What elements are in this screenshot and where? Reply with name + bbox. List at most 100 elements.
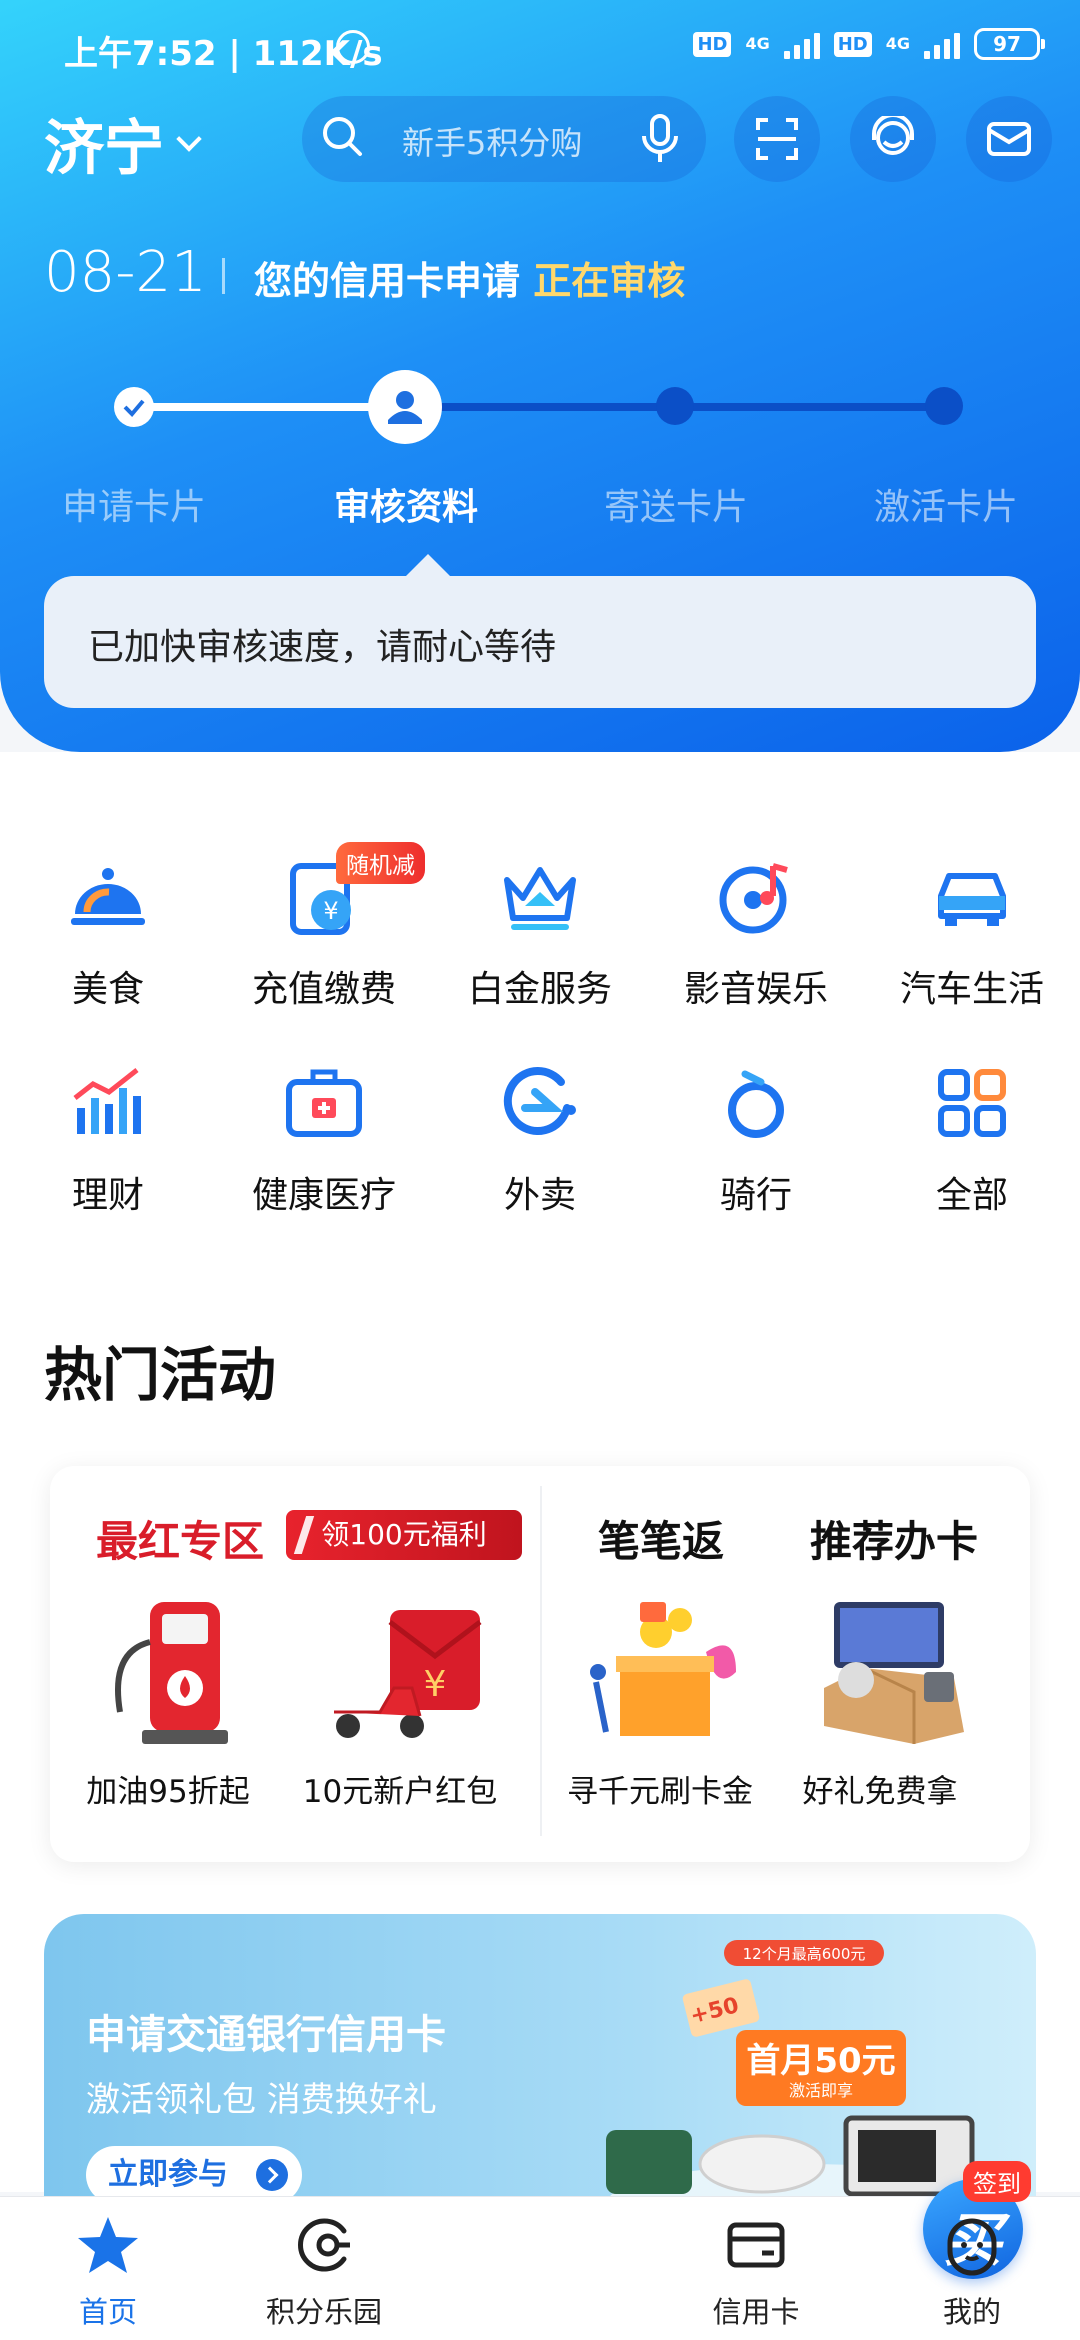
music-disc-icon (711, 852, 801, 942)
tab-label: 首页 (78, 2295, 137, 2329)
step-label: 寄送卡片 (603, 487, 748, 528)
service-entertainment[interactable]: 影音娱乐 (648, 852, 864, 1012)
service-label: 美食 (71, 969, 144, 1010)
step-label-current: 审核资料 (333, 487, 478, 528)
service-label: 健康医疗 (251, 1175, 396, 1216)
tab-mine[interactable]: 我的 (864, 2197, 1080, 2340)
gift-box-coins-image[interactable] (576, 1592, 746, 1752)
battery-icon: 97 (974, 28, 1045, 60)
customer-service-button[interactable] (850, 96, 936, 182)
service-wealth[interactable]: 理财 (0, 1058, 216, 1218)
status-indicators: HD 4G HD 4G 97 (693, 28, 1045, 60)
hd-icon: HD (693, 31, 732, 57)
service-takeout[interactable]: 外卖 (432, 1058, 648, 1218)
step-label: 激活卡片 (873, 487, 1018, 528)
tab-label: 信用卡 (712, 2295, 800, 2329)
grid-icon (927, 1058, 1017, 1148)
chevron-right-icon (256, 2159, 288, 2191)
promo-art-sub: 激活即享 (789, 2081, 853, 2100)
service-all[interactable]: 全部 (864, 1058, 1080, 1218)
scan-button[interactable] (734, 96, 820, 182)
car-icon (927, 852, 1017, 942)
step-pending-dot (656, 387, 694, 425)
service-label: 理财 (71, 1175, 144, 1216)
message-button[interactable] (966, 96, 1052, 182)
service-cycling[interactable]: 骑行 (648, 1058, 864, 1218)
city-selector[interactable]: 济宁 (44, 100, 202, 187)
service-platinum[interactable]: 白金服务 (432, 852, 648, 1012)
service-label: 外卖 (503, 1175, 576, 1216)
tab-points-park[interactable]: 积分乐园 (216, 2197, 432, 2340)
divider (222, 258, 225, 294)
face-icon (947, 2218, 997, 2276)
tab-credit-card[interactable]: 信用卡 (648, 2197, 864, 2340)
network-type: 4G (885, 34, 910, 53)
progress-fill (134, 403, 404, 411)
gas-pump-image[interactable] (90, 1592, 260, 1752)
application-date: 08-21 (44, 240, 207, 305)
card-icon (727, 2222, 785, 2268)
activities-card: 最红专区 领100元福利 笔笔返 推荐办卡 加油95折起 ¥ 10元新户红包 寻… (50, 1466, 1030, 1862)
service-food[interactable]: 美食 (0, 852, 216, 1012)
status-bar: 上午7:52 | 112K/s HD 4G HD 4G 97 (0, 0, 1080, 96)
delivery-e-icon (495, 1058, 585, 1148)
step-done-dot (114, 387, 154, 427)
cashback-title[interactable]: 笔笔返 (598, 1508, 724, 1569)
service-badge: 随机减 (336, 842, 425, 884)
activity-caption: 加油95折起 (86, 1774, 250, 1810)
svg-text:¥: ¥ (424, 1664, 447, 1705)
header-banner: 上午7:52 | 112K/s HD 4G HD 4G 97 济宁 新手5积分购 (0, 0, 1080, 752)
review-tip: 已加快审核速度，请耐心等待 (44, 554, 1036, 708)
application-status: 您的信用卡申请 正在审核 (254, 250, 685, 305)
red-envelope-scooter-image[interactable]: ¥ (320, 1592, 490, 1752)
checkin-badge: 签到 (963, 2161, 1031, 2202)
service-car[interactable]: 汽车生活 (864, 852, 1080, 1012)
promo-art-main: 首月50元 (746, 2041, 895, 2081)
tab-label: 我的 (942, 2295, 1001, 2329)
search-placeholder: 新手5积分购 (402, 124, 583, 162)
promo-banner[interactable]: 申请交通银行信用卡 激活领礼包 消费换好礼 立即参与 12个月最高600元 +5… (44, 1914, 1036, 2224)
cloche-icon (63, 852, 153, 942)
alarm-icon (336, 30, 370, 64)
signal-icon (924, 29, 960, 59)
service-label: 影音娱乐 (683, 969, 828, 1010)
chart-icon (63, 1058, 153, 1148)
promo-title: 申请交通银行信用卡 (86, 2012, 446, 2058)
bottom-tab-bar: 首页 积分乐园 买 签到 信用卡 我的 (0, 2161, 1080, 2340)
status-time: 上午7:52 | 112K/s (64, 34, 383, 74)
headset-agent-icon (872, 116, 914, 155)
service-health[interactable]: 健康医疗 (216, 1058, 432, 1218)
activity-caption: 好礼免费拿 (802, 1774, 958, 1810)
gift-products-image[interactable] (804, 1592, 974, 1752)
crown-icon (495, 852, 585, 942)
step-pending-dot (925, 387, 963, 425)
recommend-title[interactable]: 推荐办卡 (810, 1508, 978, 1569)
search-icon (323, 117, 362, 156)
mail-icon (987, 122, 1031, 156)
red-zone-tag[interactable]: 领100元福利 (286, 1510, 522, 1560)
red-zone-title[interactable]: 最红专区 (96, 1508, 264, 1569)
step-label: 申请卡片 (61, 487, 206, 528)
service-topup[interactable]: ¥ 随机减 充值缴费 (216, 842, 432, 1012)
person-icon (388, 391, 422, 424)
activity-caption: 10元新户红包 (302, 1774, 498, 1810)
network-type: 4G (745, 34, 770, 53)
search-bar[interactable]: 新手5积分购 (302, 96, 706, 182)
scan-icon (756, 118, 798, 160)
section-title: 热门活动 (44, 1341, 277, 1409)
service-label: 全部 (935, 1175, 1008, 1216)
promo-gifts-image: 12个月最高600元 +50 首月50元 激活即享 (606, 1940, 1006, 2224)
check-icon (123, 399, 145, 417)
microphone-icon[interactable] (636, 112, 684, 164)
star-icon (78, 2217, 138, 2273)
signal-icon (783, 29, 820, 59)
tab-checkin[interactable]: 买 签到 (432, 2161, 1031, 2340)
promo-art-top: 12个月最高600元 (743, 1945, 866, 1963)
medical-kit-icon (279, 1058, 369, 1148)
bike-icon (711, 1058, 801, 1148)
points-icon (298, 2218, 350, 2272)
tab-home[interactable]: 首页 (0, 2197, 216, 2340)
svg-text:¥: ¥ (323, 897, 338, 925)
city-name: 济宁 (44, 114, 164, 184)
activity-caption: 寻千元刷卡金 (567, 1774, 753, 1810)
